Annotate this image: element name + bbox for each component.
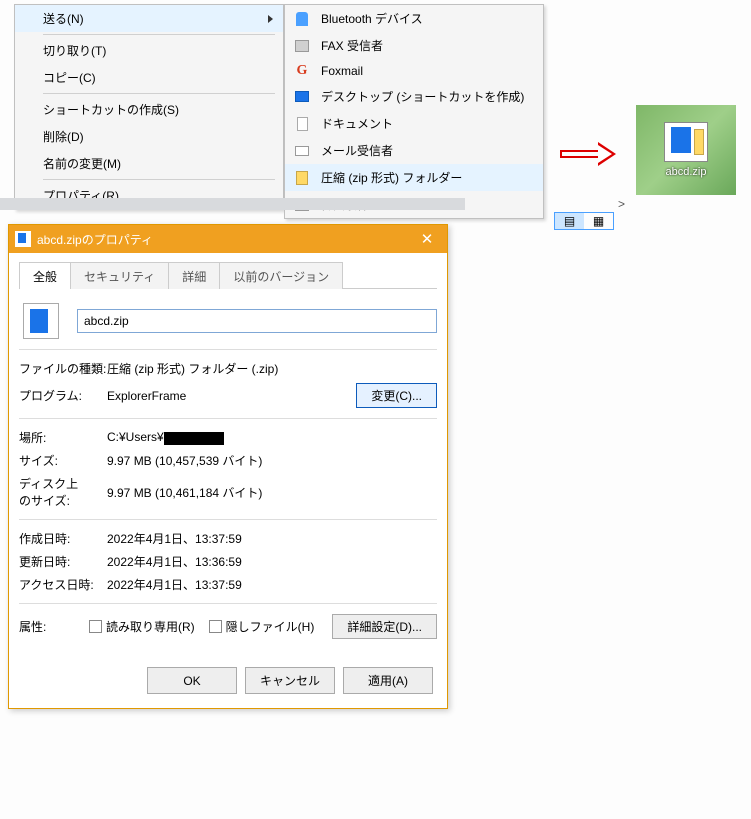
menu-item-cut[interactable]: 切り取り(T) <box>15 37 283 64</box>
sendto-foxmail[interactable]: G Foxmail <box>285 59 543 83</box>
bluetooth-icon <box>293 10 311 28</box>
tab-previous-versions[interactable]: 以前のバージョン <box>219 262 343 289</box>
zip-file-icon <box>15 231 31 247</box>
accessed-value: 2022年4月1日、13:37:59 <box>107 576 242 593</box>
menu-item-copy[interactable]: コピー(C) <box>15 64 283 91</box>
menu-separator <box>43 34 275 35</box>
menu-item-delete[interactable]: 削除(D) <box>15 123 283 150</box>
zip-folder-icon <box>293 169 311 187</box>
tab-details[interactable]: 詳細 <box>168 262 220 289</box>
ok-button[interactable]: OK <box>147 667 237 694</box>
tab-bar: 全般 セキュリティ 詳細 以前のバージョン <box>19 261 437 289</box>
advanced-button[interactable]: 詳細設定(D)... <box>332 614 437 639</box>
foxmail-icon: G <box>293 62 311 80</box>
menu-label: 切り取り(T) <box>43 42 106 59</box>
apply-button[interactable]: 適用(A) <box>343 667 433 694</box>
menu-item-rename[interactable]: 名前の変更(M) <box>15 150 283 177</box>
created-label: 作成日時: <box>19 530 107 547</box>
menu-separator <box>43 179 275 180</box>
hidden-checkbox[interactable]: 隠しファイル(H) <box>209 618 315 635</box>
menu-label: 削除(D) <box>43 128 84 145</box>
menu-item-send[interactable]: 送る(N) <box>15 5 283 32</box>
desktop-area: abcd.zip <box>636 105 736 195</box>
dialog-title: abcd.zipのプロパティ <box>37 231 153 248</box>
disk-size-value: 9.97 MB (10,461,184 バイト) <box>107 484 262 501</box>
zip-file-icon[interactable] <box>664 122 708 162</box>
program-value: ExplorerFrame <box>107 389 356 403</box>
menu-label: 送る(N) <box>43 10 84 27</box>
program-label: プログラム: <box>19 387 107 404</box>
readonly-checkbox[interactable]: 読み取り専用(R) <box>89 618 195 635</box>
menu-separator <box>43 93 275 94</box>
scroll-right-icon[interactable]: > <box>618 197 625 211</box>
menu-label: コピー(C) <box>43 69 96 86</box>
context-menu-main: 送る(N) 切り取り(T) コピー(C) ショートカットの作成(S) 削除(D)… <box>14 4 284 210</box>
checkbox-label: 読み取り専用(R) <box>106 618 195 635</box>
disk-size-label: ディスク上 のサイズ: <box>19 475 107 509</box>
view-large-icon[interactable]: ▦ <box>584 213 613 229</box>
menu-label: デスクトップ (ショートカットを作成) <box>321 88 524 105</box>
tab-security[interactable]: セキュリティ <box>70 262 169 289</box>
created-value: 2022年4月1日、13:37:59 <box>107 530 242 547</box>
zip-file-icon <box>23 303 59 339</box>
view-details-icon[interactable]: ▤ <box>555 213 584 229</box>
menu-label: メール受信者 <box>321 142 393 159</box>
menu-label: 圧縮 (zip 形式) フォルダー <box>321 169 462 186</box>
menu-label: Foxmail <box>321 64 363 78</box>
size-value: 9.97 MB (10,457,539 バイト) <box>107 452 262 469</box>
cancel-button[interactable]: キャンセル <box>245 667 335 694</box>
menu-label: ドキュメント <box>321 115 393 132</box>
attributes-label: 属性: <box>19 618 89 635</box>
close-button[interactable]: ✕ <box>413 230 441 248</box>
tab-general[interactable]: 全般 <box>19 262 71 289</box>
explorer-toolbar-strip <box>0 198 465 210</box>
menu-item-shortcut[interactable]: ショートカットの作成(S) <box>15 96 283 123</box>
dialog-button-row: OK キャンセル 適用(A) <box>9 659 447 708</box>
checkbox-icon <box>89 620 102 633</box>
filename-input[interactable] <box>77 309 437 333</box>
modified-value: 2022年4月1日、13:36:59 <box>107 553 242 570</box>
file-type-value: 圧縮 (zip 形式) フォルダー (.zip) <box>107 360 278 377</box>
sendto-fax[interactable]: FAX 受信者 <box>285 32 543 59</box>
sendto-documents[interactable]: ドキュメント <box>285 110 543 137</box>
file-label: abcd.zip <box>666 166 707 178</box>
location-label: 場所: <box>19 429 107 446</box>
sendto-bluetooth[interactable]: Bluetooth デバイス <box>285 5 543 32</box>
modified-label: 更新日時: <box>19 553 107 570</box>
fax-icon <box>293 37 311 55</box>
properties-dialog: abcd.zipのプロパティ ✕ 全般 セキュリティ 詳細 以前のバージョン フ… <box>8 224 448 709</box>
menu-label: Bluetooth デバイス <box>321 10 423 27</box>
checkbox-icon <box>209 620 222 633</box>
document-icon <box>293 115 311 133</box>
location-prefix: C:¥Users¥ <box>107 430 164 444</box>
sendto-desktop[interactable]: デスクトップ (ショートカットを作成) <box>285 83 543 110</box>
checkbox-label: 隠しファイル(H) <box>226 618 315 635</box>
annotation-arrow-icon <box>560 144 620 164</box>
menu-label: 名前の変更(M) <box>43 155 121 172</box>
sendto-mail[interactable]: メール受信者 <box>285 137 543 164</box>
desktop-icon <box>293 88 311 106</box>
file-type-label: ファイルの種類: <box>19 360 107 377</box>
chevron-right-icon <box>268 15 273 23</box>
redacted-text <box>164 432 224 445</box>
menu-label: FAX 受信者 <box>321 37 383 54</box>
change-program-button[interactable]: 変更(C)... <box>356 383 437 408</box>
mail-icon <box>293 142 311 160</box>
dialog-titlebar[interactable]: abcd.zipのプロパティ ✕ <box>9 225 447 253</box>
menu-label: ショートカットの作成(S) <box>43 101 179 118</box>
view-mode-toggle[interactable]: ▤ ▦ <box>554 212 614 230</box>
size-label: サイズ: <box>19 452 107 469</box>
accessed-label: アクセス日時: <box>19 576 107 593</box>
sendto-zip[interactable]: 圧縮 (zip 形式) フォルダー <box>285 164 543 191</box>
location-value: C:¥Users¥ <box>107 430 224 444</box>
context-menu-sendto: Bluetooth デバイス FAX 受信者 G Foxmail デスクトップ … <box>284 4 544 219</box>
